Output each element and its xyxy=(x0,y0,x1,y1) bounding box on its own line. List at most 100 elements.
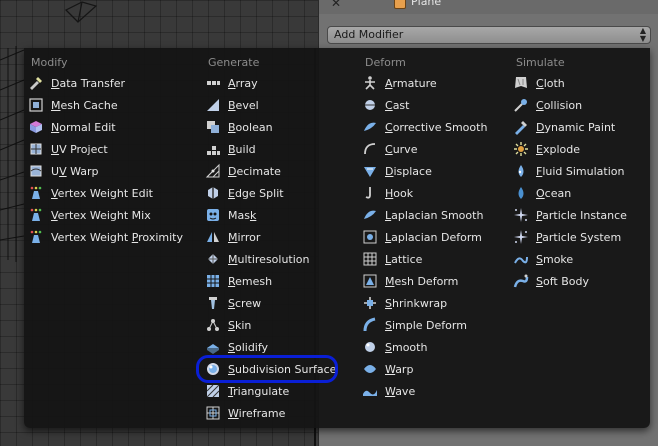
normal-edit-icon xyxy=(28,119,44,135)
menu-column-heading: Simulate xyxy=(516,56,565,69)
menu-item-label: Data Transfer xyxy=(51,76,126,90)
menu-item-fluid-simulation[interactable]: Fluid Simulation xyxy=(513,161,624,181)
menu-item-skin[interactable]: Skin xyxy=(205,315,251,335)
add-modifier-dropdown[interactable]: Add Modifier ▲ ▼ xyxy=(327,26,651,44)
smooth-icon xyxy=(362,339,378,355)
displace-icon xyxy=(362,163,378,179)
menu-column-heading: Deform xyxy=(365,56,406,69)
menu-item-label: Vertex Weight Edit xyxy=(51,186,153,200)
menu-item-label: Edge Split xyxy=(228,186,284,200)
menu-item-lattice[interactable]: Lattice xyxy=(362,249,422,269)
smoke-icon xyxy=(513,251,529,267)
menu-item-dynamic-paint[interactable]: Dynamic Paint xyxy=(513,117,615,137)
menu-item-multiresolution[interactable]: Multiresolution xyxy=(205,249,310,269)
screw-icon xyxy=(205,295,221,311)
menu-item-array[interactable]: Array xyxy=(205,73,258,93)
menu-item-label: Warp xyxy=(385,362,414,376)
laplacian-smooth-icon xyxy=(362,207,378,223)
menu-item-label: Cloth xyxy=(536,76,565,90)
menu-item-vertex-weight-mix[interactable]: Vertex Weight Mix xyxy=(28,205,151,225)
menu-item-laplacian-smooth[interactable]: Laplacian Smooth xyxy=(362,205,483,225)
menu-item-shrinkwrap[interactable]: Shrinkwrap xyxy=(362,293,447,313)
menu-item-normal-edit[interactable]: Normal Edit xyxy=(28,117,116,137)
menu-item-label: Cast xyxy=(385,98,410,112)
menu-item-soft-body[interactable]: Soft Body xyxy=(513,271,589,291)
curve-icon xyxy=(362,141,378,157)
menu-item-label: Corrective Smooth xyxy=(385,120,488,134)
menu-item-label: Multiresolution xyxy=(228,252,310,266)
menu-item-label: Subdivision Surface xyxy=(228,362,337,376)
soft-body-icon xyxy=(513,273,529,289)
menu-item-corrective-smooth[interactable]: Corrective Smooth xyxy=(362,117,487,137)
particle-system-icon xyxy=(513,229,529,245)
menu-item-particle-instance[interactable]: Particle Instance xyxy=(513,205,627,225)
menu-item-vertex-weight-edit[interactable]: Vertex Weight Edit xyxy=(28,183,153,203)
mesh-deform-icon xyxy=(362,273,378,289)
cloth-icon xyxy=(513,75,529,91)
menu-item-label: Skin xyxy=(228,318,252,332)
menu-item-curve[interactable]: Curve xyxy=(362,139,417,159)
menu-item-subdivision-surface[interactable]: Subdivision Surface xyxy=(205,359,336,379)
menu-item-build[interactable]: Build xyxy=(205,139,256,159)
menu-item-bevel[interactable]: Bevel xyxy=(205,95,259,115)
menu-item-label: Array xyxy=(228,76,258,90)
menu-item-label: Shrinkwrap xyxy=(385,296,448,310)
menu-item-data-transfer[interactable]: Data Transfer xyxy=(28,73,125,93)
particle-instance-icon xyxy=(513,207,529,223)
menu-item-smoke[interactable]: Smoke xyxy=(513,249,573,269)
menu-item-mesh-cache[interactable]: Mesh Cache xyxy=(28,95,118,115)
menu-item-uv-warp[interactable]: UV Warp xyxy=(28,161,99,181)
menu-item-mesh-deform[interactable]: Mesh Deform xyxy=(362,271,458,291)
menu-item-simple-deform[interactable]: Simple Deform xyxy=(362,315,467,335)
menu-item-uv-project[interactable]: UV Project xyxy=(28,139,108,159)
vertex-weight-edit-icon xyxy=(28,185,44,201)
laplacian-deform-icon xyxy=(362,229,378,245)
menu-item-particle-system[interactable]: Particle System xyxy=(513,227,621,247)
menu-item-mirror[interactable]: Mirror xyxy=(205,227,260,247)
menu-item-edge-split[interactable]: Edge Split xyxy=(205,183,284,203)
simple-deform-icon xyxy=(362,317,378,333)
hook-icon xyxy=(362,185,378,201)
menu-item-wireframe[interactable]: Wireframe xyxy=(205,403,285,423)
menu-item-boolean[interactable]: Boolean xyxy=(205,117,273,137)
menu-item-collision[interactable]: Collision xyxy=(513,95,582,115)
mask-icon xyxy=(205,207,221,223)
dynamic-paint-icon xyxy=(513,119,529,135)
menu-item-screw[interactable]: Screw xyxy=(205,293,261,313)
uv-project-icon xyxy=(28,141,44,157)
menu-item-label: Lattice xyxy=(385,252,423,266)
menu-item-mask[interactable]: Mask xyxy=(205,205,256,225)
menu-item-cloth[interactable]: Cloth xyxy=(513,73,565,93)
menu-item-decimate[interactable]: Decimate xyxy=(205,161,281,181)
menu-item-displace[interactable]: Displace xyxy=(362,161,432,181)
menu-item-label: Mirror xyxy=(228,230,261,244)
menu-item-label: Ocean xyxy=(536,186,572,200)
boolean-icon xyxy=(205,119,221,135)
menu-item-explode[interactable]: Explode xyxy=(513,139,580,159)
wrench-icon[interactable]: ✕ xyxy=(331,0,341,10)
menu-item-label: Fluid Simulation xyxy=(536,164,625,178)
menu-item-hook[interactable]: Hook xyxy=(362,183,413,203)
menu-item-ocean[interactable]: Ocean xyxy=(513,183,571,203)
menu-item-remesh[interactable]: Remesh xyxy=(205,271,272,291)
menu-item-armature[interactable]: Armature xyxy=(362,73,437,93)
menu-item-label: UV Project xyxy=(51,142,108,156)
object-name: Plane xyxy=(411,0,442,8)
menu-item-warp[interactable]: Warp xyxy=(362,359,413,379)
menu-item-vertex-weight-proximity[interactable]: Vertex Weight Proximity xyxy=(28,227,183,247)
menu-item-laplacian-deform[interactable]: Laplacian Deform xyxy=(362,227,482,247)
menu-item-label: Armature xyxy=(385,76,437,90)
menu-item-triangulate[interactable]: Triangulate xyxy=(205,381,289,401)
shrinkwrap-icon xyxy=(362,295,378,311)
object-icon xyxy=(394,0,406,9)
menu-item-label: Particle Instance xyxy=(536,208,627,222)
menu-item-smooth[interactable]: Smooth xyxy=(362,337,427,357)
menu-column-heading: Modify xyxy=(31,56,68,69)
menu-item-label: Mesh Cache xyxy=(51,98,118,112)
menu-item-label: Screw xyxy=(228,296,262,310)
menu-item-label: Displace xyxy=(385,164,432,178)
edge-split-icon xyxy=(205,185,221,201)
menu-item-wave[interactable]: Wave xyxy=(362,381,415,401)
menu-item-solidify[interactable]: Solidify xyxy=(205,337,268,357)
menu-item-cast[interactable]: Cast xyxy=(362,95,409,115)
